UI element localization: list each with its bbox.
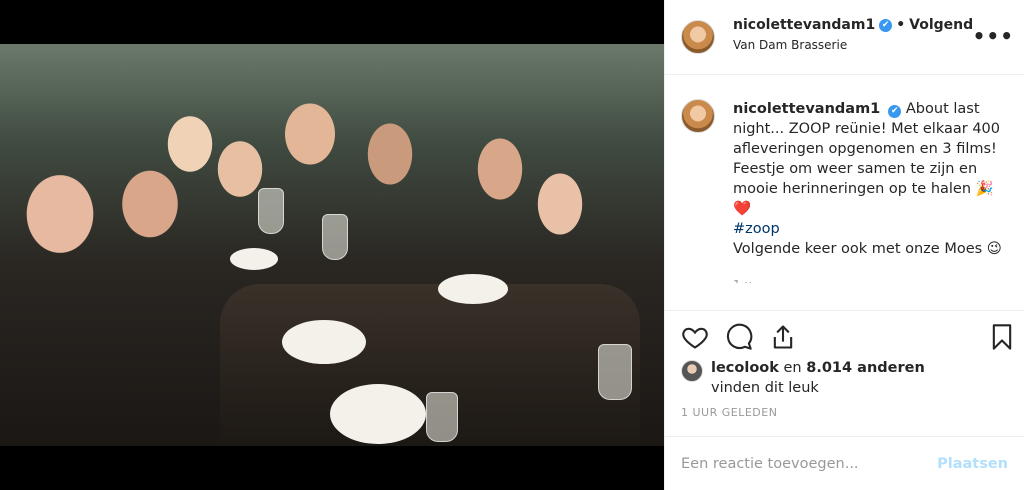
share-button[interactable] <box>769 323 797 351</box>
post-photo[interactable] <box>0 44 664 446</box>
comment-input[interactable] <box>681 455 938 472</box>
post-photo-area <box>0 0 664 490</box>
post-timestamp[interactable]: 1 UUR GELEDEN <box>681 406 777 419</box>
likes-connector: en <box>778 360 807 376</box>
photo-glass <box>322 214 348 260</box>
photo-plate <box>282 320 366 364</box>
photo-plate <box>438 274 508 304</box>
post-comment-button[interactable]: Plaatsen <box>937 456 1008 472</box>
like-button[interactable] <box>681 323 709 351</box>
likes-count[interactable]: 8.014 anderen <box>806 360 925 376</box>
likes-suffix: vinden dit leuk <box>711 380 819 396</box>
header-row: nicolettevandam1 ✔ • Volgend <box>733 16 973 34</box>
verified-badge-icon: ✔ <box>879 18 893 32</box>
save-button[interactable] <box>988 323 1016 351</box>
share-icon <box>773 325 793 349</box>
caption-time: 1 u <box>733 275 1008 283</box>
caption-body: About last night... ZOOP reünie! Met elk… <box>733 101 1000 217</box>
caption-text: nicolettevandam1 ✔ About last night... ZO… <box>733 99 1008 307</box>
caption-username[interactable]: nicolettevandam1 <box>733 101 880 117</box>
more-options-icon[interactable]: ••• <box>973 24 1014 48</box>
action-bar <box>665 310 1024 362</box>
photo-plate <box>230 248 278 270</box>
caption-author-avatar[interactable] <box>681 99 715 133</box>
caption-section: nicolettevandam1 ✔ About last night... ZO… <box>665 75 1024 307</box>
comment-icon <box>726 323 753 350</box>
location-link[interactable]: Van Dam Brasserie <box>733 36 973 54</box>
likes-text: lecolook en 8.014 anderen vinden dit leu… <box>711 358 925 398</box>
liker-username[interactable]: lecolook <box>711 360 779 376</box>
heart-icon <box>682 327 708 349</box>
caption-body-continued: Volgende keer ook met onze Moes 😉 <box>733 241 1002 257</box>
photo-plate <box>330 384 426 444</box>
post-header: nicolettevandam1 ✔ • Volgend Van Dam Bra… <box>665 0 1024 75</box>
header-text: nicolettevandam1 ✔ • Volgend Van Dam Bra… <box>733 16 973 54</box>
comment-form: Plaatsen <box>665 436 1024 490</box>
author-username[interactable]: nicolettevandam1 <box>733 16 875 34</box>
bookmark-icon <box>992 324 1012 350</box>
post-side-panel: nicolettevandam1 ✔ • Volgend Van Dam Bra… <box>664 0 1024 490</box>
photo-glass <box>258 188 284 234</box>
separator-dot: • <box>896 17 906 33</box>
caption-verified-badge-icon: ✔ <box>888 105 902 118</box>
follow-status-button[interactable]: Volgend <box>909 16 973 34</box>
author-avatar[interactable] <box>681 20 715 54</box>
photo-glass <box>598 344 632 400</box>
hashtag-link[interactable]: #zoop <box>733 221 780 237</box>
photo-glass <box>426 392 458 442</box>
liker-avatar[interactable] <box>681 360 703 382</box>
likes-summary: lecolook en 8.014 anderen vinden dit leu… <box>681 358 1008 398</box>
comment-button[interactable] <box>725 323 753 351</box>
